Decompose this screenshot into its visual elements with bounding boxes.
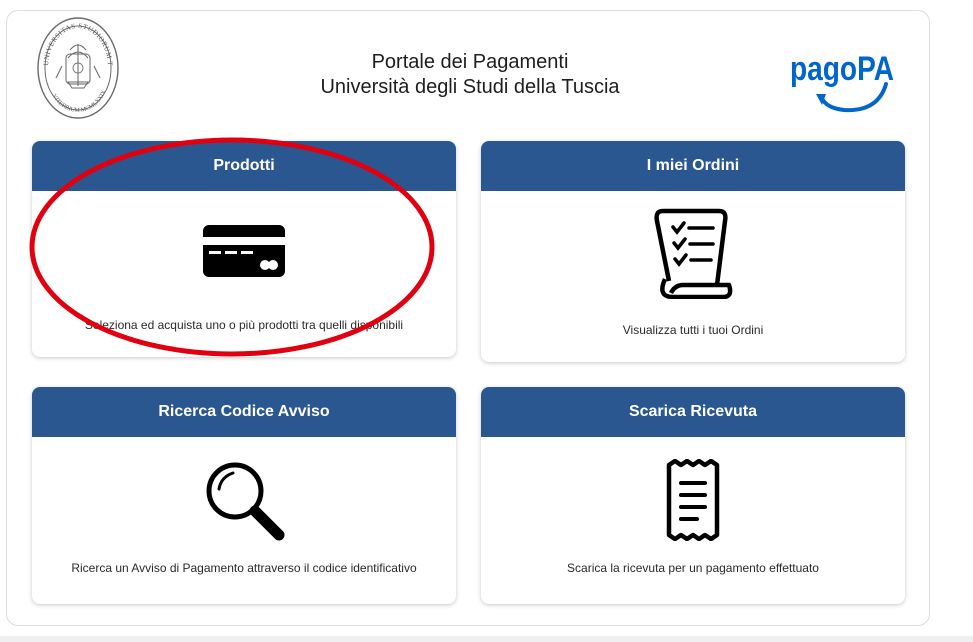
university-name: Università degli Studi della Tuscia <box>320 76 620 98</box>
card-description: Seleziona ed acquista uno o più prodotti… <box>84 318 404 332</box>
card-ricerca-codice-avviso[interactable]: Ricerca Codice Avviso Ricerca un Avviso … <box>32 387 456 604</box>
card-scarica-ricevuta[interactable]: Scarica Ricevuta Scarica la ricevuta per… <box>481 387 905 604</box>
card-title: Prodotti <box>32 141 456 191</box>
svg-text:UNIVERSITAS STUDIORUM TUSCIAE: UNIVERSITAS STUDIORUM TUSCIAE <box>36 16 114 67</box>
bottom-scroll-area <box>0 636 973 642</box>
card-description: Scarica la ricevuta per un pagamento eff… <box>567 561 819 575</box>
card-ordini[interactable]: I miei Ordini Visualizza tutti i tuoi Or… <box>481 141 905 362</box>
card-prodotti[interactable]: Prodotti Seleziona ed acquista uno o più… <box>32 141 456 357</box>
pagopa-logo-text: pagoPA <box>790 50 894 88</box>
portal-title: Portale dei Pagamenti <box>371 51 569 73</box>
seal-text-top: UNIVERSITAS STUDIORUM TUSCIAE <box>36 16 114 67</box>
university-seal-icon: UNIVERSITAS STUDIORUM TUSCIAE VITERBIUM … <box>36 16 119 119</box>
pagopa-logo: pagoPA <box>790 50 894 113</box>
card-description: Ricerca un Avviso di Pagamento attravers… <box>71 561 417 575</box>
credit-card-icon <box>203 225 285 277</box>
magnifier-icon <box>206 462 285 541</box>
receipt-icon <box>666 459 720 541</box>
card-title: Scarica Ricevuta <box>481 387 905 437</box>
card-title: Ricerca Codice Avviso <box>32 387 456 437</box>
card-description: Visualizza tutti i tuoi Ordini <box>622 323 764 337</box>
card-title: I miei Ordini <box>481 141 905 191</box>
page-title: Portale dei Pagamenti Università degli S… <box>240 50 700 100</box>
checklist-scroll-icon <box>654 208 733 299</box>
